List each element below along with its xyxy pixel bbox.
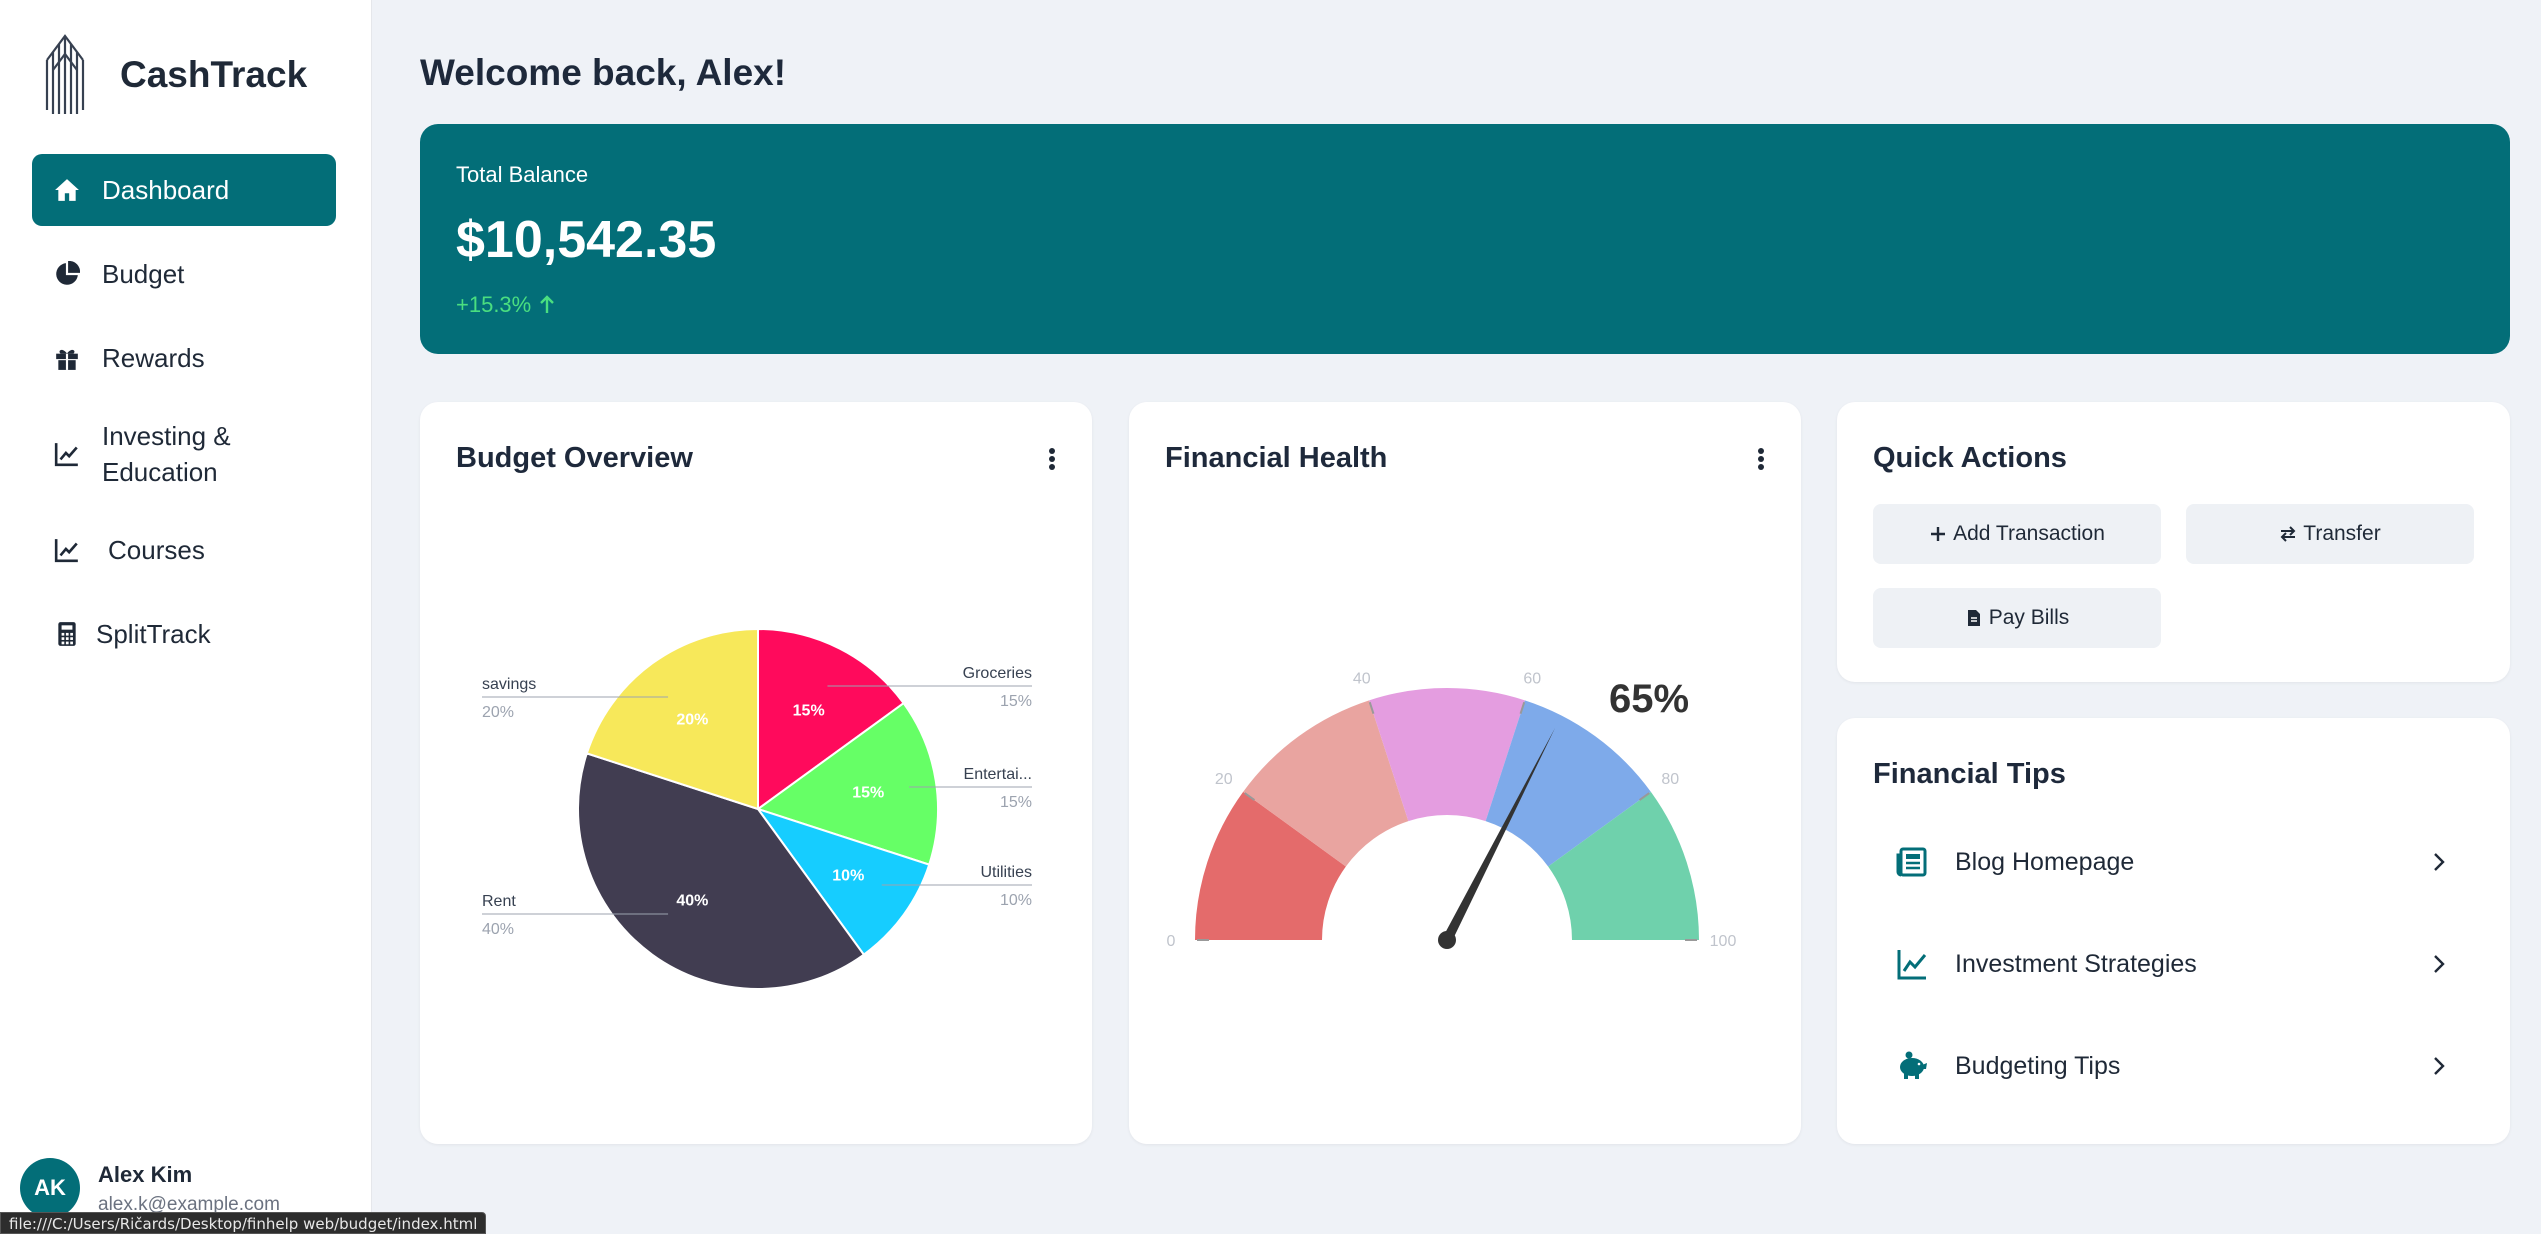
add-transaction-label: Add Transaction xyxy=(1953,522,2105,545)
budget-pie-chart: 15% Groceries 15% 15% Entertai... 15% 10% Utili… xyxy=(482,627,1032,990)
balance-label: Total Balance xyxy=(456,162,589,187)
sidebar-item-budget[interactable]: Budget xyxy=(32,238,336,310)
pie-slice-label: 15% xyxy=(852,785,884,802)
total-balance-card: Total Balance $10,542.35 +15.3% xyxy=(420,124,2510,354)
add-transaction-button[interactable]: Add Transaction xyxy=(1873,504,2161,564)
sidebar-item-label: Budget xyxy=(102,259,185,289)
chevron-right-icon xyxy=(2434,955,2445,973)
tip-label: Investment Strategies xyxy=(1955,949,2197,978)
chevron-right-icon xyxy=(2434,1057,2445,1075)
user-info: Alex Kim alex.k@example.com xyxy=(98,1162,280,1216)
sidebar-item-label: Rewards xyxy=(102,343,205,373)
pay-bills-label: Pay Bills xyxy=(1988,606,2070,629)
sidebar-item-investing-education[interactable]: Investing & Education xyxy=(32,406,336,502)
gauge-tick-label: 60 xyxy=(1523,671,1541,688)
sidebar-item-label: Courses xyxy=(108,535,205,565)
pie-legend-name: savings xyxy=(482,676,536,693)
gauge-tick-label: 0 xyxy=(1167,933,1176,950)
user-profile[interactable]: AK Alex Kim alex.k@example.com xyxy=(20,1158,280,1218)
pie-legend-name: Entertai... xyxy=(964,766,1032,783)
balance-change: +15.3% xyxy=(456,292,2474,318)
balance-amount: $10,542.35 xyxy=(456,211,717,269)
browser-status-url: file:///C:/Users/Ričards/Desktop/finhelp… xyxy=(0,1212,487,1234)
pie-legend-value: 10% xyxy=(1000,892,1032,909)
gauge-tick-label: 20 xyxy=(1215,771,1233,788)
pie-slice-label: 10% xyxy=(832,868,864,885)
transfer-label: Transfer xyxy=(2303,522,2381,545)
financial-tips-card: Financial Tips Blog Homepage Investment … xyxy=(1837,718,2510,1144)
pie-legend-value: 15% xyxy=(1000,794,1032,811)
gauge-tick-label: 40 xyxy=(1353,671,1371,688)
tip-blog-homepage[interactable]: Blog Homepage xyxy=(1873,827,2473,897)
tip-investment-strategies[interactable]: Investment Strategies xyxy=(1873,929,2473,999)
plus-icon xyxy=(1931,527,1946,541)
pie-legend-value: 15% xyxy=(1000,693,1032,710)
line-chart-icon xyxy=(54,539,78,563)
financial-health-card: Financial Health 0 20 40 60 80 100 65% xyxy=(1129,402,1801,1144)
cashtrack-logo-icon xyxy=(45,34,85,114)
pie-slice-label: 40% xyxy=(676,892,708,909)
quick-actions-card: Quick Actions Add Transaction Transfer P… xyxy=(1837,402,2510,682)
pie-legend-name: Utilities xyxy=(980,864,1032,881)
pie-slice-label: 15% xyxy=(793,703,825,720)
sidebar-item-rewards[interactable]: Rewards xyxy=(32,322,336,394)
sidebar: CashTrack Dashboard Budget Rewards Inves… xyxy=(0,0,372,1234)
financial-health-gauge: 0 20 40 60 80 100 65% xyxy=(1167,671,1737,950)
newspaper-icon xyxy=(1896,847,1927,877)
tip-budgeting-tips[interactable]: Budgeting Tips xyxy=(1873,1031,2473,1101)
user-name: Alex Kim xyxy=(98,1162,193,1187)
quick-actions-title: Quick Actions xyxy=(1873,442,2067,474)
app-name: CashTrack xyxy=(120,54,308,95)
pie-slice-label: 20% xyxy=(676,712,708,729)
pie-legend-value: 40% xyxy=(482,921,514,938)
brand[interactable]: CashTrack xyxy=(40,30,307,120)
pay-bills-button[interactable]: Pay Bills xyxy=(1873,588,2161,648)
sidebar-item-label: SplitTrack xyxy=(96,619,211,649)
sidebar-item-splittrack[interactable]: SplitTrack xyxy=(32,598,336,670)
pie-legend-name: Groceries xyxy=(963,665,1032,682)
pie-legend-value: 20% xyxy=(482,704,514,721)
document-icon xyxy=(1967,610,1980,626)
budget-overview-card: Budget Overview 15% Groceries 15% 15% Entert… xyxy=(420,402,1092,1144)
pie-chart-icon xyxy=(56,261,80,285)
transfer-button[interactable]: Transfer xyxy=(2186,504,2474,564)
gauge-score-label: 65% xyxy=(1609,677,1689,721)
balance-change-value: +15.3% xyxy=(456,292,532,317)
line-chart-icon xyxy=(1897,950,1927,980)
pie-legend-name: Rent xyxy=(482,893,516,910)
sidebar-item-label: Dashboard xyxy=(102,175,230,205)
gauge-needle-hub xyxy=(1438,931,1456,949)
sidebar-item-dashboard[interactable]: Dashboard xyxy=(32,154,336,226)
line-chart-icon xyxy=(54,443,78,467)
sidebar-item-label: Investing & Education xyxy=(102,421,231,487)
avatar: AK xyxy=(20,1158,80,1218)
tip-label: Budgeting Tips xyxy=(1955,1051,2121,1080)
arrow-up-icon xyxy=(540,295,555,313)
gauge-tick-label: 80 xyxy=(1661,771,1679,788)
calculator-icon xyxy=(58,622,76,646)
piggy-bank-icon xyxy=(1900,1051,1927,1079)
chevron-right-icon xyxy=(2434,853,2445,871)
tip-label: Blog Homepage xyxy=(1955,847,2135,876)
sidebar-nav: Dashboard Budget Rewards Investing & Edu… xyxy=(32,154,336,682)
gift-icon xyxy=(56,349,78,370)
transfer-icon xyxy=(2280,526,2296,542)
page-title: Welcome back, Alex! xyxy=(420,52,787,93)
sidebar-item-courses[interactable]: Courses xyxy=(32,514,336,586)
home-icon xyxy=(55,179,79,201)
financial-tips-title: Financial Tips xyxy=(1873,758,2066,790)
gauge-tick-label: 100 xyxy=(1710,933,1737,950)
